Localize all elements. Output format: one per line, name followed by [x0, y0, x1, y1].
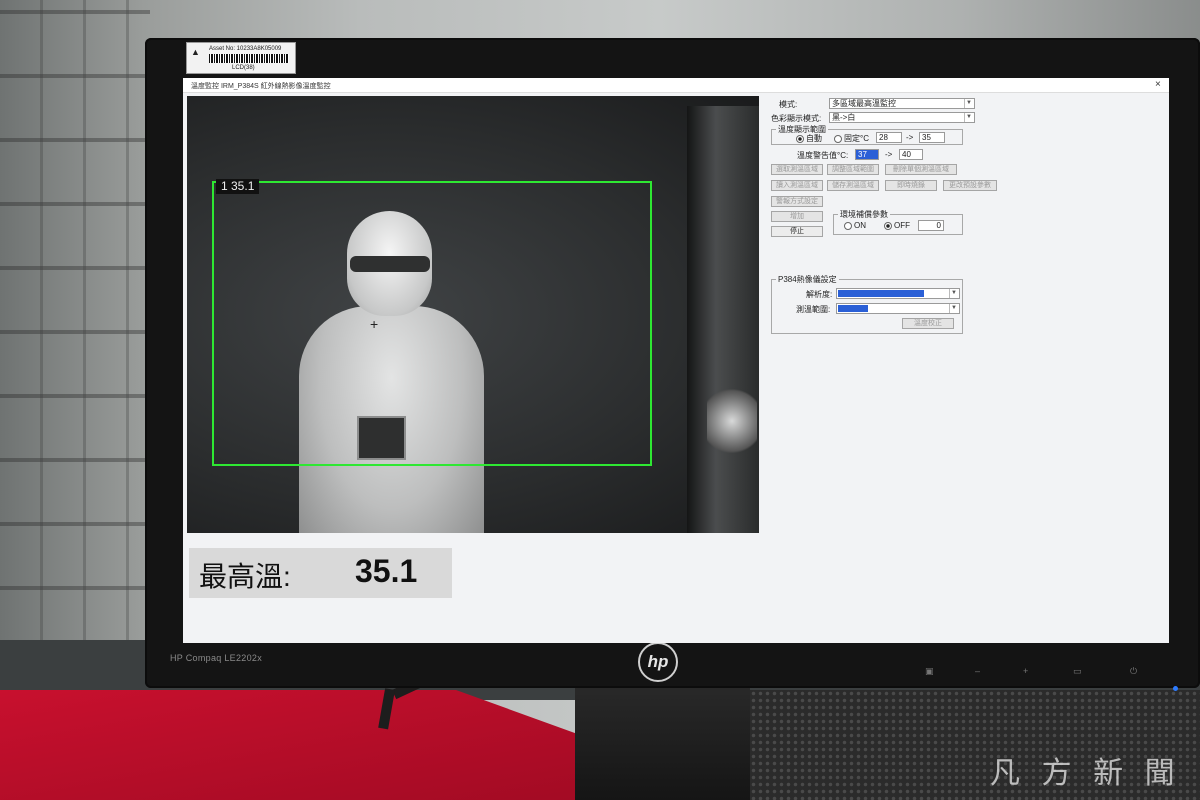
chevron-down-icon: ▼: [949, 304, 958, 313]
alarm-min-field[interactable]: 37: [855, 149, 879, 160]
mode-select-value: 多區域最高溫監控: [832, 99, 896, 108]
fixed-radio[interactable]: 固定°C: [834, 133, 869, 144]
chevron-down-icon: ▼: [949, 289, 958, 298]
auto-radio[interactable]: 自動: [796, 133, 822, 144]
calibrate-button[interactable]: 溫度校正: [902, 318, 954, 329]
detection-region-label: 1 35.1: [216, 179, 260, 194]
stop-button[interactable]: 停止: [771, 226, 823, 237]
window-title: 溫度監控 IRM_P384S 紅外線熱影像溫度監控: [191, 83, 331, 90]
select-region-button[interactable]: 選取測溫區域: [771, 164, 823, 175]
asset-number: Asset No: 10233A8K05009: [209, 46, 282, 52]
camera-settings-group: P384熱像儀設定 解析度: ▼ 測溫範圍: ▼ 溫度校正: [771, 274, 963, 334]
input-button-icon[interactable]: ▣: [925, 666, 934, 677]
thermal-camera-view[interactable]: + 1 35.1: [187, 96, 759, 533]
range-min-field[interactable]: 28: [876, 132, 902, 143]
resolution-selection: [838, 290, 924, 297]
power-led: [1173, 686, 1178, 691]
range-arrow: ->: [906, 133, 914, 142]
adjust-region-button[interactable]: 調整區域範圍: [827, 164, 879, 175]
thermal-doorframe: [687, 106, 759, 533]
news-watermark: 凡 方 新 聞: [990, 756, 1181, 791]
color-mode-select[interactable]: 黑->白 ▼: [829, 112, 975, 123]
radio-icon: [834, 134, 842, 143]
realtime-burn-button[interactable]: 即時燒錄: [885, 180, 937, 191]
max-temperature-display: 最高溫: 35.1: [189, 548, 452, 598]
env-on-label: ON: [854, 221, 866, 230]
resolution-select[interactable]: ▼: [836, 288, 960, 299]
env-off-radio[interactable]: OFF: [884, 221, 910, 230]
temp-range-group: 溫度顯示範圍 自動 固定°C 28 -> 35: [771, 124, 963, 145]
alarm-method-button[interactable]: 警報方式設定: [771, 196, 823, 207]
asset-sticker: ▲ Asset No: 10233A8K05009 LCD(38): [186, 42, 296, 74]
resolution-label: 解析度:: [806, 290, 833, 299]
minus-button-icon[interactable]: –: [975, 666, 980, 676]
alarm-threshold-label: 溫度警告值°C:: [797, 151, 849, 160]
barcode: [209, 54, 289, 63]
range-max-field[interactable]: 35: [919, 132, 945, 143]
control-panel: 模式: 多區域最高溫監控 ▼ 色彩顯示模式: 黑->白 ▼ 溫度顯示範圍 自動 …: [769, 96, 1169, 536]
hp-logo-icon: hp: [638, 642, 678, 682]
color-mode-label: 色彩顯示模式:: [771, 114, 822, 123]
fixed-radio-label: 固定°C: [844, 134, 869, 143]
camera-settings-title: P384熱像儀設定: [776, 274, 839, 285]
auto-radio-label: 自動: [806, 134, 822, 143]
plus-button-icon[interactable]: +: [1023, 666, 1028, 676]
chevron-down-icon: ▼: [964, 113, 973, 122]
mode-select[interactable]: 多區域最高溫監控 ▼: [829, 98, 975, 109]
window-titlebar: 溫度監控 IRM_P384S 紅外線熱影像溫度監控 ×: [183, 78, 1169, 93]
measure-range-label: 測溫範圍:: [796, 305, 831, 314]
change-defaults-button[interactable]: 更改預設參數: [943, 180, 997, 191]
save-region-button[interactable]: 儲存測溫區域: [827, 180, 879, 191]
add-button[interactable]: 增加: [771, 211, 823, 222]
chevron-down-icon: ▼: [964, 99, 973, 108]
env-off-label: OFF: [894, 221, 910, 230]
asset-code: LCD(38): [232, 65, 255, 71]
close-icon[interactable]: ×: [1155, 79, 1161, 90]
alarm-arrow: ->: [885, 150, 893, 159]
asset-logo-icon: ▲: [191, 47, 200, 57]
max-temp-label: 最高溫:: [199, 561, 291, 592]
env-on-radio[interactable]: ON: [844, 221, 866, 230]
radio-icon: [884, 221, 892, 230]
env-value-field[interactable]: 0: [918, 220, 944, 231]
alarm-max-field[interactable]: 40: [899, 149, 923, 160]
monitor-model: HP Compaq LE2202x: [170, 653, 262, 663]
detection-region-box[interactable]: [212, 181, 652, 466]
menu-button-icon[interactable]: ▭: [1073, 666, 1082, 677]
load-region-button[interactable]: 讀入測溫區域: [771, 180, 823, 191]
radio-icon: [844, 221, 852, 230]
power-button-icon[interactable]: ⏻: [1130, 666, 1137, 677]
measure-range-select[interactable]: ▼: [836, 303, 960, 314]
environment-compensation-group: 環境補償參數 ON OFF 0: [833, 209, 963, 235]
monitor-stand: [575, 680, 750, 800]
mode-label: 模式:: [779, 100, 798, 109]
max-temp-value: 35.1: [355, 553, 418, 589]
radio-icon: [796, 134, 804, 143]
measure-range-selection: [838, 305, 868, 312]
thermal-hot-object: [707, 386, 757, 456]
background-window-bars: [0, 0, 150, 650]
environment-compensation-title: 環境補償參數: [838, 209, 890, 220]
color-mode-value: 黑->白: [832, 113, 856, 122]
delete-region-button[interactable]: 刪除單個測溫區域: [885, 164, 957, 175]
app-screen: 溫度監控 IRM_P384S 紅外線熱影像溫度監控 × + 1 35.1 最高溫…: [183, 78, 1169, 643]
